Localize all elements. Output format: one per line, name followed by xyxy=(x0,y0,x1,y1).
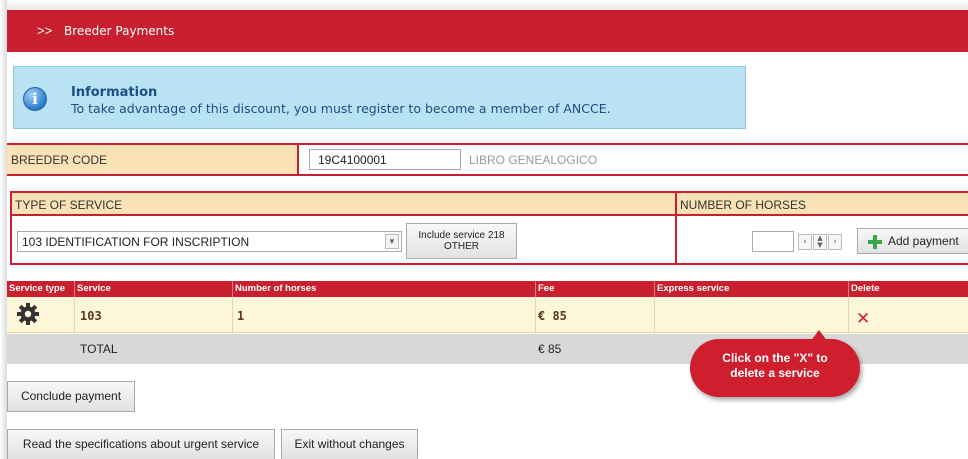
grid-header-row: Service type Service Number of horses Fe… xyxy=(7,281,968,297)
breadcrumb-arrows: >> xyxy=(37,23,53,38)
total-label: TOTAL xyxy=(80,342,118,356)
info-box: i Information To take advantage of this … xyxy=(13,66,746,129)
col-service: Service xyxy=(77,283,111,294)
info-icon: i xyxy=(23,87,47,111)
breadcrumb: >> Breeder Payments xyxy=(37,23,174,38)
col-delete: Delete xyxy=(851,283,880,294)
col-fee: Fee xyxy=(538,283,555,294)
column-divider xyxy=(848,281,849,297)
plus-icon xyxy=(868,235,882,249)
add-payment-button[interactable]: Add payment xyxy=(857,228,968,254)
top-shadow xyxy=(7,0,968,10)
decrement-icon[interactable]: ‹ xyxy=(798,234,812,250)
breeder-code-label-cell: BREEDER CODE xyxy=(7,145,299,174)
column-divider xyxy=(654,297,655,333)
include-service-button[interactable]: Include service 218 OTHER xyxy=(406,223,517,259)
urgent-service-specs-button[interactable]: Read the specifications about urgent ser… xyxy=(7,429,275,459)
type-of-service-label: TYPE OF SERVICE xyxy=(15,198,123,212)
chevron-down-icon[interactable]: ▼ xyxy=(385,234,399,249)
row-service-code: 103 xyxy=(80,309,102,323)
column-divider xyxy=(232,281,233,297)
column-divider xyxy=(74,297,75,333)
callout-line2: delete a service xyxy=(730,366,820,380)
table-row: 103 1 € 85 ✕ xyxy=(7,297,968,333)
breeder-payments-page: >> Breeder Payments i Information To tak… xyxy=(7,0,968,459)
gear-icon[interactable] xyxy=(16,302,40,326)
breeder-code-row: BREEDER CODE 19C4100001 LIBRO GENEALOGIC… xyxy=(7,143,968,176)
callout-line1: Click on the "X" to xyxy=(722,351,828,365)
breadcrumb-title[interactable]: Breeder Payments xyxy=(64,24,174,38)
info-title: Information xyxy=(71,85,158,100)
column-divider xyxy=(848,297,849,333)
callout-pointer xyxy=(810,330,828,342)
include-service-line2: OTHER xyxy=(444,241,479,252)
breeder-code-label: BREEDER CODE xyxy=(11,153,108,167)
column-divider xyxy=(74,281,75,297)
breeder-code-input[interactable]: 19C4100001 xyxy=(309,149,461,170)
service-type-select[interactable]: 103 IDENTIFICATION FOR INSCRIPTION ▼ xyxy=(17,231,402,252)
col-number-of-horses: Number of horses xyxy=(235,283,317,294)
conclude-payment-button[interactable]: Conclude payment xyxy=(7,381,135,412)
increment-icon[interactable]: › xyxy=(828,234,842,250)
page-header: >> Breeder Payments xyxy=(7,10,968,52)
exit-without-changes-button[interactable]: Exit without changes xyxy=(281,429,418,459)
service-form: TYPE OF SERVICE NUMBER OF HORSES 103 IDE… xyxy=(10,191,968,265)
number-of-horses-label: NUMBER OF HORSES xyxy=(680,198,807,212)
col-express-service: Express service xyxy=(657,283,730,294)
column-divider xyxy=(535,281,536,297)
col-service-type: Service type xyxy=(9,283,65,294)
spin-updown-icon[interactable]: ▲ ▼ xyxy=(813,234,827,250)
column-divider xyxy=(232,297,233,333)
page-left-shadow xyxy=(0,0,7,459)
number-of-horses-input[interactable] xyxy=(752,231,794,252)
add-payment-label: Add payment xyxy=(888,234,959,248)
row-number-of-horses: 1 xyxy=(237,309,245,323)
include-service-line1: Include service 218 xyxy=(418,230,505,241)
type-of-service-header: TYPE OF SERVICE xyxy=(12,193,677,216)
number-of-horses-header: NUMBER OF HORSES xyxy=(677,193,968,216)
delete-hint-callout: Click on the "X" to delete a service xyxy=(690,330,860,397)
delete-icon[interactable]: ✕ xyxy=(856,309,870,329)
service-type-select-value: 103 IDENTIFICATION FOR INSCRIPTION xyxy=(22,235,250,249)
type-of-service-cell: 103 IDENTIFICATION FOR INSCRIPTION ▼ Inc… xyxy=(12,216,677,263)
total-value: € 85 xyxy=(538,342,562,356)
number-of-horses-cell: ‹ ▲ ▼ › Add payment xyxy=(677,216,968,263)
row-fee: € 85 xyxy=(538,309,567,323)
column-divider xyxy=(654,281,655,297)
info-message: To take advantage of this discount, you … xyxy=(71,101,611,116)
stud-book-name: LIBRO GENEALOGICO xyxy=(469,153,598,167)
column-divider xyxy=(535,297,536,333)
